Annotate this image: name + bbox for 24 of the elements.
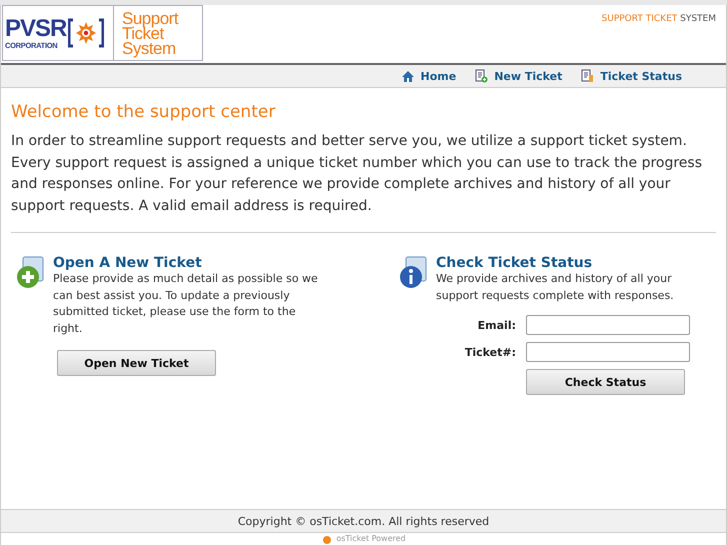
field-label: Email: <box>476 318 516 332</box>
section-text: Please provide as much detail as possible so we can best assist you. To update a previously submitted ticket, please use the form to the right. <box>53 271 319 336</box>
home-icon <box>400 70 414 82</box>
section-title: Open A New Ticket <box>53 255 203 271</box>
powered-by-text: osTicket Powered <box>336 534 406 544</box>
field-label: Ticket#: <box>464 346 516 358</box>
sun-bracket-icon <box>68 18 104 48</box>
nav-link[interactable]: Home <box>400 70 456 82</box>
section-title: Check Ticket Status <box>436 255 594 271</box>
welcome-title: Welcome to the support center <box>11 102 276 122</box>
open-ticket-button[interactable]: Open New Ticket <box>57 350 216 376</box>
welcome-text: In order to streamline support requests and better serve you, we utilize a support ticket system. Every support request is assigned a unique ticket number which you can use to track the progress and responses online. For your reference we provide complete archives and history of all your support requests. A valid email address is required. <box>11 131 716 233</box>
check-status-button[interactable]: Check Status <box>526 369 685 395</box>
logo-company: PVSR <box>5 16 66 40</box>
logo-product: Support Ticket System <box>121 8 180 60</box>
nav-link[interactable]: New Ticket <box>474 69 562 83</box>
input-field[interactable] <box>526 315 690 335</box>
document-plus-icon <box>474 69 488 83</box>
document-icon <box>580 69 594 83</box>
input-field[interactable] <box>526 342 690 362</box>
tagline: SUPPORT TICKET SYSTEM <box>602 13 717 26</box>
nav-link[interactable]: Ticket Status <box>580 69 682 83</box>
copyright-text: Copyright © osTicket.com. All rights reserved <box>1 509 726 533</box>
section-text: We provide archives and history of all your support requests complete with responses. <box>436 271 675 304</box>
